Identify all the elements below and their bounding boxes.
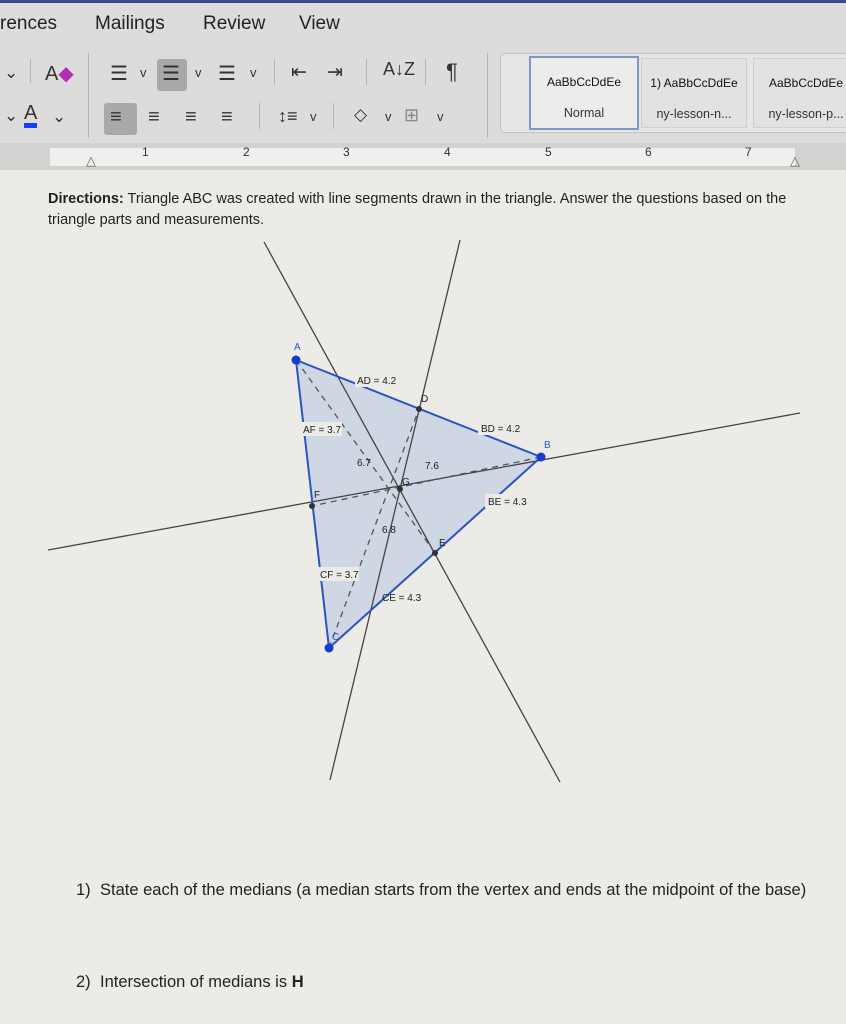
label-af: AF = 3.7 bbox=[303, 425, 342, 436]
point-e-marker bbox=[432, 550, 438, 556]
point-e: E bbox=[439, 538, 446, 549]
question-2: Intersection of medians is H bbox=[100, 970, 304, 994]
point-b-marker bbox=[536, 452, 546, 462]
label-ad: AD = 4.2 bbox=[357, 376, 397, 387]
point-f: F bbox=[314, 490, 320, 501]
vertex-b: B bbox=[544, 440, 551, 451]
label-ag: 6.7 bbox=[357, 458, 371, 469]
label-ce: CE = 4.3 bbox=[382, 593, 422, 604]
question-1-number: 1) bbox=[76, 881, 91, 899]
point-c-marker bbox=[324, 643, 334, 653]
point-g: G bbox=[402, 477, 410, 488]
vertex-c: C bbox=[332, 632, 339, 643]
point-a-marker bbox=[291, 355, 301, 365]
question-2-number: 2) bbox=[76, 973, 91, 991]
vertex-a: A bbox=[294, 342, 301, 353]
line-ag bbox=[263, 241, 561, 783]
label-bd: BD = 4.2 bbox=[481, 424, 521, 435]
point-g-marker bbox=[397, 486, 403, 492]
point-d: D bbox=[421, 394, 428, 405]
question-2-text: Intersection of medians is bbox=[100, 973, 292, 991]
label-be: BE = 4.3 bbox=[488, 497, 527, 508]
label-cg: 6.8 bbox=[382, 525, 396, 536]
label-cf: CF = 3.7 bbox=[320, 570, 359, 581]
question-1: State each of the medians (a median star… bbox=[100, 881, 807, 899]
point-d-marker bbox=[416, 406, 422, 412]
triangle-diagram: AD = 4.2 BD = 4.2 AF = 3.7 6.7 7.6 BE = … bbox=[47, 239, 801, 783]
question-2-answer: H bbox=[291, 973, 304, 991]
point-f-marker bbox=[309, 503, 315, 509]
label-bg: 7.6 bbox=[425, 461, 439, 472]
